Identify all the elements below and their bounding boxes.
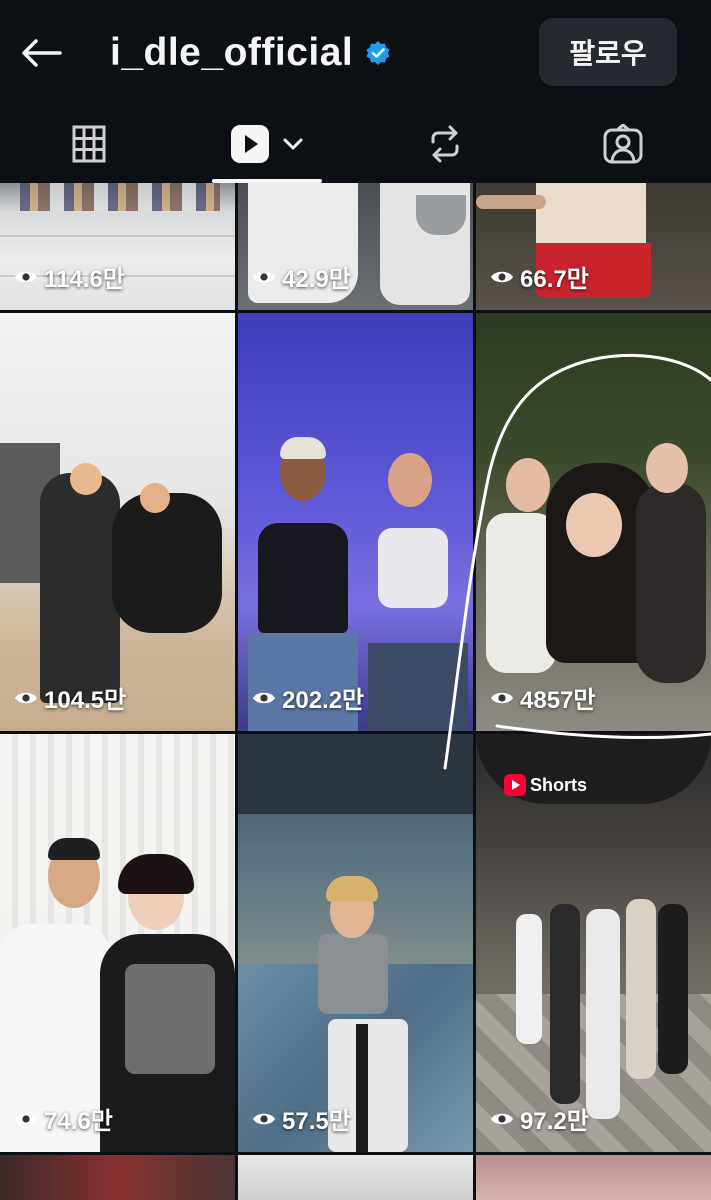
shorts-logo-icon <box>504 774 526 796</box>
reel-thumbnail[interactable]: 202.2만 <box>238 313 473 731</box>
shorts-badge-label: Shorts <box>530 774 588 795</box>
view-count: 74.6만 <box>14 1101 113 1136</box>
reel-thumbnail[interactable]: 104.5만 <box>0 313 235 731</box>
eye-icon <box>491 271 513 282</box>
reel-thumbnail[interactable] <box>0 1155 235 1200</box>
tab-reposts[interactable] <box>392 105 498 183</box>
verified-badge-icon <box>366 41 390 65</box>
tab-grid[interactable] <box>36 105 142 183</box>
view-count: 42.9만 <box>252 259 351 294</box>
reel-thumbnail[interactable]: 57.5만 <box>238 734 473 1152</box>
reel-thumbnail[interactable]: 4857만 <box>476 313 711 731</box>
reels-icon <box>231 125 269 163</box>
reel-thumbnail[interactable]: 66.7만 <box>476 183 711 310</box>
view-count-label: 57.5만 <box>282 1108 351 1135</box>
view-count-label: 97.2만 <box>520 1108 589 1135</box>
eye-icon <box>491 1113 513 1124</box>
eye-icon <box>253 1113 275 1124</box>
eye-icon <box>491 692 513 703</box>
top-bar: i_dle_official 팔로우 <box>0 0 711 105</box>
follow-button[interactable]: 팔로우 <box>539 18 677 86</box>
reel-thumbnail[interactable] <box>238 1155 473 1200</box>
grid-icon <box>72 125 106 163</box>
eye-icon <box>15 271 37 282</box>
tab-reels[interactable] <box>212 105 322 183</box>
reel-thumbnail[interactable] <box>476 1155 711 1200</box>
view-count-label: 42.9만 <box>282 266 351 293</box>
profile-username: i_dle_official <box>110 31 354 74</box>
tab-tagged[interactable] <box>570 105 676 183</box>
eye-icon <box>253 692 275 703</box>
reel-thumbnail[interactable]: Shorts 97.2만 <box>476 734 711 1152</box>
reel-thumbnail[interactable]: 42.9만 <box>238 183 473 310</box>
eye-icon <box>15 1113 37 1124</box>
eye-icon <box>15 692 37 703</box>
reels-grid: 114.6만 42.9만 66.7만 104.5만 202.2만 4857만 7… <box>0 183 711 1200</box>
reel-thumbnail[interactable]: 114.6만 <box>0 183 235 310</box>
view-count-label: 4857만 <box>520 687 596 714</box>
tagged-icon <box>603 124 643 164</box>
view-count: 57.5만 <box>252 1101 351 1136</box>
back-arrow-icon <box>22 39 62 67</box>
view-count-label: 66.7만 <box>520 266 589 293</box>
back-button[interactable] <box>18 30 64 76</box>
view-count-label: 114.6만 <box>44 266 125 293</box>
chevron-down-icon <box>283 138 303 150</box>
shorts-badge: Shorts <box>504 774 587 796</box>
view-count-label: 202.2만 <box>282 687 365 714</box>
eye-icon <box>253 271 275 282</box>
view-count-label: 74.6만 <box>44 1108 113 1135</box>
profile-username-group: i_dle_official <box>110 26 391 80</box>
view-count: 97.2만 <box>490 1101 589 1136</box>
view-count: 104.5만 <box>14 680 126 715</box>
view-count-label: 104.5만 <box>44 687 127 714</box>
reel-thumbnail[interactable]: 74.6만 <box>0 734 235 1152</box>
profile-tabs <box>0 105 711 183</box>
repost-icon <box>431 125 459 163</box>
view-count: 114.6만 <box>14 259 125 294</box>
view-count: 202.2만 <box>252 680 364 715</box>
view-count: 66.7만 <box>490 259 589 294</box>
view-count: 4857만 <box>490 680 595 715</box>
